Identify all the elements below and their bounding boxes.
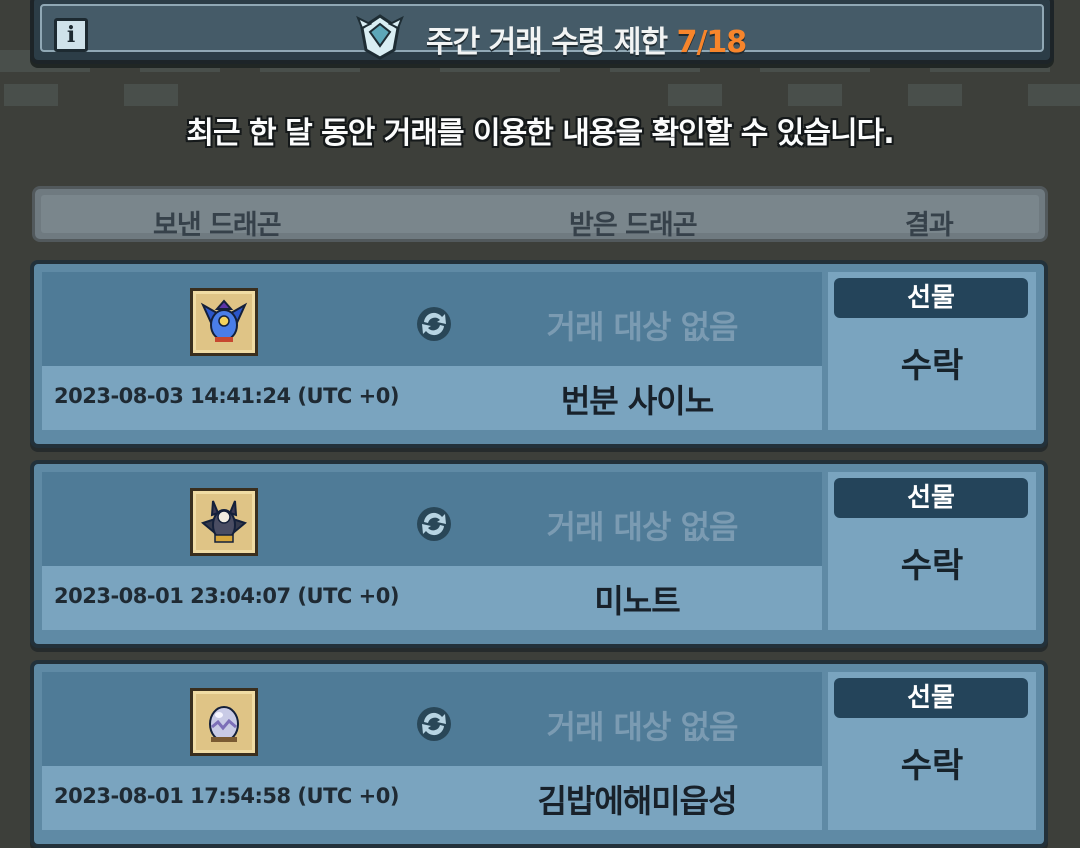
trade-timestamp: 2023-08-01 23:04:07 (UTC +0) <box>54 584 399 608</box>
title-bar: i 주간 거래 수령 제한 7/18 <box>30 0 1054 64</box>
column-header-bar: 보낸 드래곤 받은 드래곤 결과 <box>32 186 1048 242</box>
gift-badge: 선물 <box>834 478 1028 518</box>
column-sent-dragon: 보낸 드래곤 <box>153 210 282 241</box>
trade-emblem-icon <box>356 14 404 60</box>
sent-dragon-portrait[interactable] <box>190 288 258 356</box>
page-title: 주간 거래 수령 제한 7/18 <box>426 17 748 61</box>
no-trade-target: 거래 대상 없음 <box>546 508 739 546</box>
result-panel: 선물 수락 <box>828 272 1036 430</box>
result-status: 수락 <box>900 346 964 386</box>
trade-timestamp: 2023-08-01 17:54:58 (UTC +0) <box>54 784 399 808</box>
title-label: 주간 거래 수령 제한 <box>426 25 668 60</box>
result-status: 수락 <box>900 546 964 586</box>
sent-dragon-portrait[interactable] <box>190 488 258 556</box>
info-icon[interactable]: i <box>54 18 88 52</box>
no-trade-target: 거래 대상 없음 <box>546 308 739 346</box>
title-panel: i 주간 거래 수령 제한 7/18 <box>40 4 1044 60</box>
trade-row: 거래 대상 없음 2023-08-01 17:54:58 (UTC +0) 김밥… <box>30 660 1048 848</box>
result-panel: 선물 수락 <box>828 672 1036 830</box>
received-dragon-name: 김밥에해미읍성 <box>537 782 737 820</box>
column-result: 결과 <box>905 210 954 241</box>
column-received-dragon: 받은 드래곤 <box>569 210 698 241</box>
dark-gold-dragon-icon <box>200 500 248 543</box>
received-dragon-name: 미노트 <box>594 582 680 620</box>
history-description: 최근 한 달 동안 거래를 이용한 내용을 확인할 수 있습니다. <box>186 116 894 151</box>
blue-winged-dragon-icon <box>200 299 248 342</box>
sent-dragon-portrait[interactable] <box>190 688 258 756</box>
trade-limit-count: 7/18 <box>676 25 748 60</box>
swap-icon <box>417 507 451 541</box>
trade-row: 거래 대상 없음 2023-08-03 14:41:24 (UTC +0) 번분… <box>30 260 1048 448</box>
trade-timestamp: 2023-08-03 14:41:24 (UTC +0) <box>54 384 399 408</box>
result-status: 수락 <box>900 746 964 786</box>
swap-icon <box>417 307 451 341</box>
gift-badge: 선물 <box>834 678 1028 718</box>
trade-row: 거래 대상 없음 2023-08-01 23:04:07 (UTC +0) 미노… <box>30 460 1048 648</box>
received-dragon-name: 번분 사이노 <box>560 382 714 420</box>
result-panel: 선물 수락 <box>828 472 1036 630</box>
no-trade-target: 거래 대상 없음 <box>546 708 739 746</box>
gift-badge: 선물 <box>834 278 1028 318</box>
dragon-egg-icon <box>209 706 239 742</box>
swap-icon <box>417 707 451 741</box>
